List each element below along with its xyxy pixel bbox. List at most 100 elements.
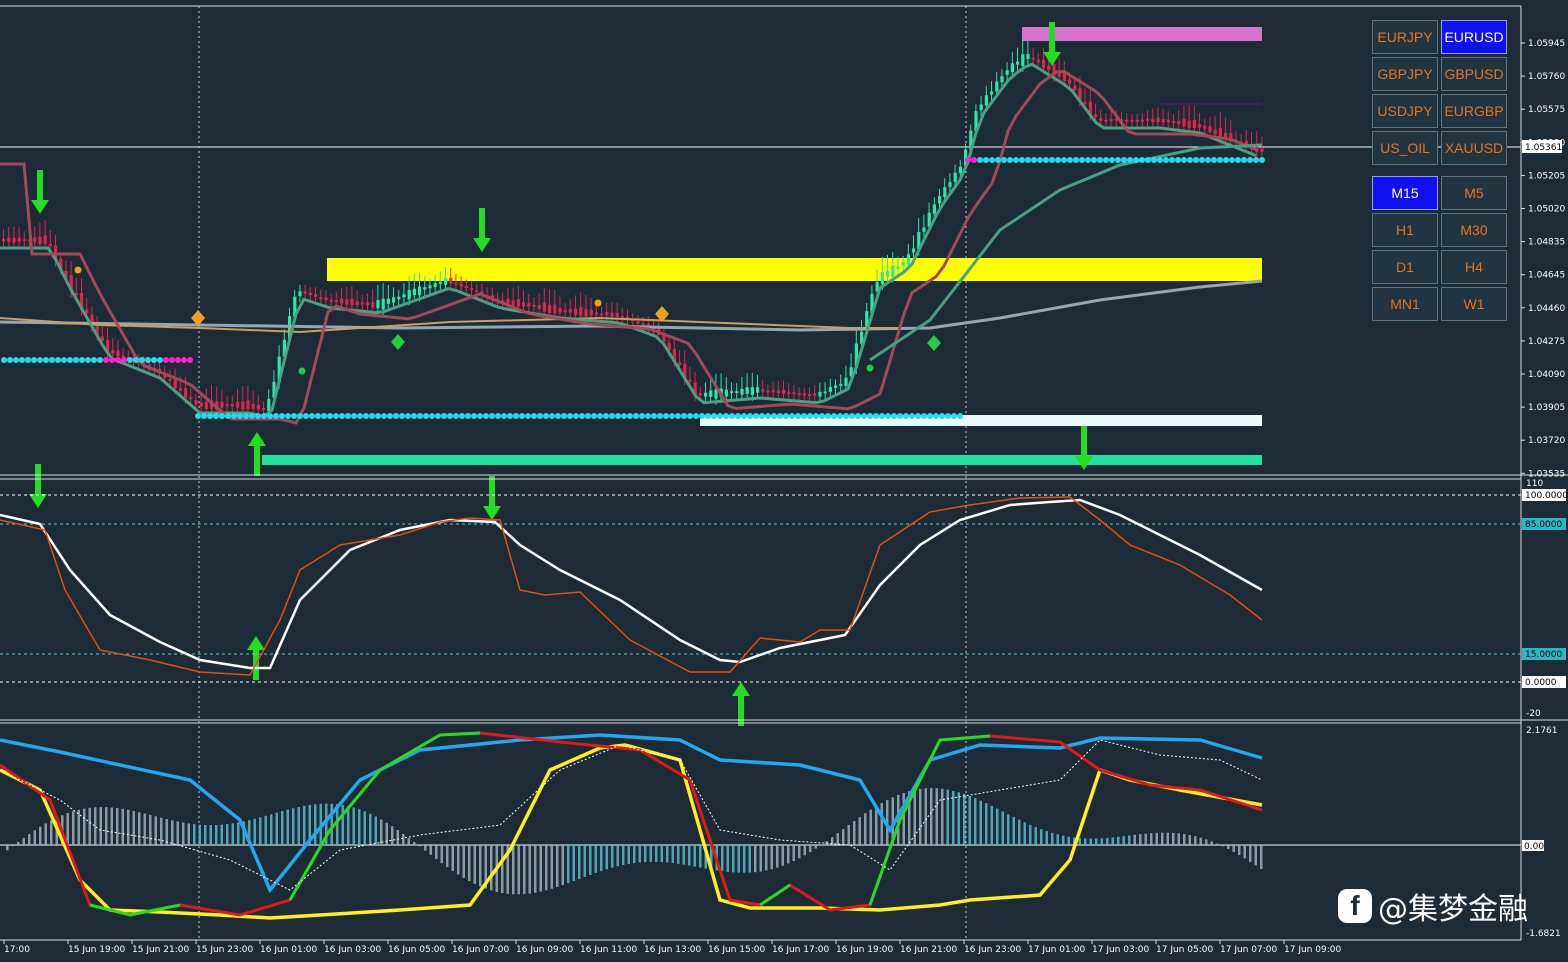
dot [1217,157,1223,163]
candle-body [220,401,224,408]
histogram-bar [1062,835,1065,845]
dot [735,413,741,419]
timeframe-button-h1[interactable]: H1 [1372,213,1438,247]
histogram-bar [919,788,922,845]
candle-body [1140,119,1144,122]
facebook-icon: f [1338,889,1372,923]
histogram-bar [94,807,97,845]
dot [1013,157,1019,163]
symbol-button-us-oil[interactable]: US_OIL [1372,131,1438,165]
oscillator-panel[interactable] [0,719,1568,920]
candle-body [48,244,52,247]
histogram-bar [424,845,427,851]
dot [145,357,151,363]
dot [1079,157,1085,163]
dot [333,413,339,419]
dot [1025,157,1031,163]
time-tick-label: 15 Jun 19:00 [68,945,125,955]
candle-body [823,391,827,394]
dot [711,413,717,419]
dot [555,413,561,419]
histogram-bar [842,829,845,845]
timeframe-button-m5[interactable]: M5 [1441,176,1507,210]
dot [483,413,489,419]
dot [819,413,825,419]
candle-body [579,307,583,316]
histogram-bar [1139,834,1142,845]
candle-body [1177,120,1181,125]
symbol-button-eurgbp[interactable]: EURGBP [1441,94,1507,128]
dot [849,413,855,419]
time-tick-label: 15 Jun 23:00 [196,945,253,955]
timeframe-button-d1[interactable]: D1 [1372,250,1438,284]
histogram-bar [1051,832,1054,845]
dot [181,357,187,363]
dot [843,413,849,419]
timeframe-button-w1[interactable]: W1 [1441,287,1507,321]
symbol-button-xauusd[interactable]: XAUUSD [1441,131,1507,165]
osc-axis-top: 2.1761 [1526,726,1558,736]
symbol-button-gbpjpy[interactable]: GBPJPY [1372,57,1438,91]
candle-body [366,302,370,306]
histogram-bar [517,845,520,895]
histogram-bar [468,845,471,882]
symbol-button-eurusd[interactable]: EURUSD [1441,20,1507,54]
histogram-bar [963,793,966,845]
symbol-button-eurjpy[interactable]: EURJPY [1372,20,1438,54]
histogram-bar [11,845,14,847]
price-axis[interactable]: 1.059451.057601.055751.053901.052051.050… [1521,39,1565,479]
chart-canvas[interactable]: 1.059451.057601.055751.053901.052051.050… [0,0,1568,962]
timeframe-button-h4[interactable]: H4 [1441,250,1507,284]
dot [983,157,989,163]
histogram-bar [264,815,267,845]
histogram-bar [627,845,630,864]
histogram-bar [836,833,839,845]
dot [453,413,459,419]
time-tick-label: 16 Jun 21:00 [900,945,957,955]
candle-body [314,294,318,297]
stochastic-panel[interactable] [0,474,1568,683]
up-arrow-icon [732,682,750,726]
down-arrow-icon [483,476,501,520]
candle-body [698,393,702,396]
time-axis[interactable]: 17:00 15 Jun 19:00 15 Jun 21:00 15 Jun 23:0… [3,940,1341,955]
osc-axis-bottom: -1.6821 [1526,929,1561,939]
dot [573,413,579,419]
symbol-button-usdjpy[interactable]: USDJPY [1372,94,1438,128]
dot [789,413,795,419]
candle-body [38,236,42,245]
histogram-bar [292,808,295,845]
histogram-bar [594,845,597,873]
dot [825,413,831,419]
timeframe-button-mn1[interactable]: MN1 [1372,287,1438,321]
timeframe-button-m30[interactable]: M30 [1441,213,1507,247]
dot [477,413,483,419]
histogram-bar [1111,837,1114,845]
histogram-bar [792,845,795,862]
histogram-bar [330,803,333,845]
dot [579,413,585,419]
candle-body [688,379,692,382]
price-panel[interactable] [0,5,1522,940]
candle-body [600,313,604,316]
histogram-bar [1012,816,1015,845]
dot [133,357,139,363]
symbol-button-gbpusd[interactable]: GBPUSD [1441,57,1507,91]
histogram-bar [193,824,196,845]
dot [675,413,681,419]
histogram-bar [864,813,867,845]
timeframe-button-m15[interactable]: M15 [1372,176,1438,210]
watermark: f @集梦金融 [1338,884,1528,928]
histogram-bar [721,845,724,872]
candle-body [173,379,177,389]
dot [1097,157,1103,163]
dot [921,413,927,419]
osc-blue-line [0,733,1263,894]
histogram-bar [1034,827,1037,845]
dot [447,413,453,419]
dot [531,413,537,419]
dot [303,413,309,419]
histogram-bar [479,845,482,887]
candle-body [542,302,546,312]
osc-green-segment [288,731,481,901]
